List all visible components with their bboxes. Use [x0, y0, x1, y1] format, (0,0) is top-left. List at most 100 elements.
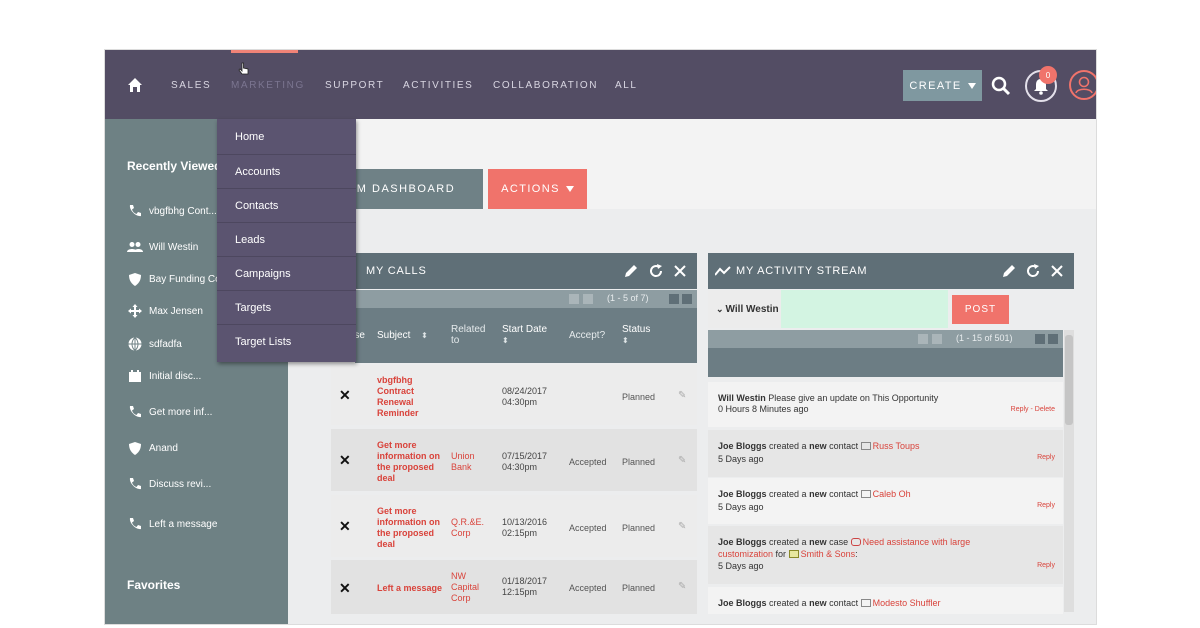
activity-post-input[interactable]	[781, 290, 948, 328]
sidebar-item-4[interactable]: sdfadfa	[127, 337, 182, 351]
sidebar-item-label: Discuss revi...	[149, 478, 212, 490]
nav-activities[interactable]: ACTIVITIES	[403, 80, 473, 91]
trend-icon	[715, 266, 731, 276]
activity-scroll-thumb[interactable]	[1065, 335, 1073, 425]
menu-item-contacts[interactable]: Contacts	[217, 189, 356, 223]
table-row[interactable]: ✕ vbgfbhg Contract Renewal Reminder 08/2…	[331, 365, 697, 425]
activity-entry-link[interactable]: Russ Toups	[873, 441, 920, 451]
sidebar-item-6[interactable]: Get more inf...	[127, 405, 212, 419]
reply-link[interactable]: Reply	[1037, 502, 1055, 509]
nav-collaboration[interactable]: COLLABORATION	[493, 80, 598, 91]
call-status: Planned	[622, 583, 656, 593]
close-icon[interactable]	[673, 264, 687, 278]
sidebar-item-1[interactable]: Will Westin	[127, 240, 198, 254]
edit-pencil-icon[interactable]: ✎	[678, 390, 686, 401]
prev-page-icon[interactable]	[583, 294, 593, 304]
col-related[interactable]: Related to	[451, 324, 493, 346]
menu-item-home[interactable]: Home	[217, 119, 356, 155]
call-subject[interactable]: Get more information on the proposed dea…	[377, 506, 443, 550]
call-related[interactable]: Union Bank	[451, 451, 491, 473]
col-accept[interactable]: Accept?	[569, 330, 605, 341]
activity-entry: Will Westin Please give an update on Thi…	[708, 382, 1063, 427]
call-date: 07/15/2017 04:30pm	[502, 451, 547, 473]
table-row[interactable]: ✕ Get more information on the proposed d…	[331, 429, 697, 491]
nav-sales[interactable]: SALES	[171, 80, 211, 91]
pencil-icon[interactable]	[1002, 264, 1016, 278]
activity-entry-user[interactable]: Joe Bloggs	[718, 489, 767, 499]
nav-all[interactable]: ALL	[615, 80, 638, 91]
sidebar-item-5[interactable]: Initial disc...	[127, 369, 201, 383]
reply-link[interactable]: Reply	[1037, 454, 1055, 461]
sidebar-item-9[interactable]: Left a message	[127, 517, 217, 531]
activity-entry: Joe Bloggs created a new case Need assis…	[708, 526, 1063, 584]
nav-support[interactable]: SUPPORT	[325, 80, 384, 91]
call-related[interactable]: Q.R.&E. Corp	[451, 517, 491, 539]
refresh-icon[interactable]	[1026, 264, 1040, 278]
reply-link[interactable]: Reply	[1037, 562, 1055, 569]
table-row[interactable]: ✕ Left a message NW Capital Corp 01/18/2…	[331, 560, 697, 614]
reply-delete-link[interactable]: Reply - Delete	[1011, 406, 1055, 413]
menu-item-accounts[interactable]: Accounts	[217, 155, 356, 189]
prev-page-icon[interactable]	[932, 334, 942, 344]
activity-entry-user[interactable]: Joe Bloggs	[718, 598, 767, 608]
last-page-icon[interactable]	[1048, 334, 1058, 344]
call-subject[interactable]: Left a message	[377, 583, 447, 594]
next-page-icon[interactable]	[669, 294, 679, 304]
sidebar-item-8[interactable]: Discuss revi...	[127, 477, 211, 491]
sidebar-item-3[interactable]: Max Jensen	[127, 304, 203, 318]
phone-icon	[127, 405, 143, 419]
call-accept: Accepted	[569, 583, 607, 593]
post-button[interactable]: POST	[952, 295, 1009, 324]
first-page-icon[interactable]	[569, 294, 579, 304]
tab-dashboard[interactable]: SUITECRM DASHBOARD	[298, 169, 483, 209]
menu-item-campaigns[interactable]: Campaigns	[217, 257, 356, 291]
menu-item-leads[interactable]: Leads	[217, 223, 356, 257]
search-icon[interactable]	[991, 76, 1011, 96]
first-page-icon[interactable]	[918, 334, 928, 344]
call-subject[interactable]: vbgfbhg Contract Renewal Reminder	[377, 375, 443, 419]
close-call-icon[interactable]: ✕	[339, 452, 351, 469]
app-window: SALES MARKETING SUPPORT ACTIVITIES COLLA…	[104, 49, 1097, 625]
next-page-icon[interactable]	[1035, 334, 1045, 344]
home-icon[interactable]	[127, 77, 143, 93]
activity-entry-link[interactable]: Caleb Oh	[873, 489, 911, 499]
activity-entry-user[interactable]: Will Westin	[718, 393, 766, 403]
col-start-date[interactable]: Start Date ⬍	[502, 324, 552, 346]
call-date-time: 12:15pm	[502, 587, 538, 597]
table-row[interactable]: ✕ Get more information on the proposed d…	[331, 495, 697, 557]
activity-entry-account-link[interactable]: Smith & Sons	[801, 549, 856, 559]
close-call-icon[interactable]: ✕	[339, 580, 351, 597]
menu-item-target-lists[interactable]: Target Lists	[217, 325, 356, 359]
sidebar-item-0[interactable]: vbgfbhg Cont...	[127, 204, 217, 218]
activity-entry-user[interactable]: Joe Bloggs	[718, 537, 767, 547]
activity-entry-user[interactable]: Joe Bloggs	[718, 441, 767, 451]
activity-entry-message: Please give an update on This Opportunit…	[768, 393, 939, 403]
col-status[interactable]: Status ⬍	[622, 324, 650, 346]
edit-pencil-icon[interactable]: ✎	[678, 581, 686, 592]
sidebar-item-2[interactable]: Bay Funding Co	[127, 272, 221, 286]
actions-button[interactable]: ACTIONS	[488, 169, 587, 209]
edit-pencil-icon[interactable]: ✎	[678, 521, 686, 532]
close-call-icon[interactable]: ✕	[339, 518, 351, 535]
col-subject[interactable]: Subject ⬍	[377, 330, 428, 341]
call-related[interactable]: NW Capital Corp	[451, 571, 485, 604]
menu-item-targets[interactable]: Targets	[217, 291, 356, 325]
nav-marketing[interactable]: MARKETING	[231, 80, 305, 91]
col-close: Close	[355, 330, 365, 341]
close-call-icon[interactable]: ✕	[339, 387, 351, 404]
activity-entry-text: Joe Bloggs created a new case Need assis…	[718, 537, 971, 559]
activity-entry-link[interactable]: Modesto Shuffler	[873, 598, 941, 608]
user-avatar-button[interactable]	[1069, 70, 1096, 100]
chevron-down-icon: ⌄	[716, 303, 724, 314]
call-date-time: 04:30pm	[502, 397, 538, 407]
activity-entry-time: 0 Hours 8 Minutes ago	[718, 404, 809, 414]
close-icon[interactable]	[1050, 264, 1064, 278]
sidebar-item-7[interactable]: Anand	[127, 441, 178, 455]
create-button[interactable]: CREATE	[903, 70, 982, 101]
refresh-icon[interactable]	[649, 264, 663, 278]
pencil-icon[interactable]	[624, 264, 638, 278]
last-page-icon[interactable]	[682, 294, 692, 304]
activity-entry-kind: contact	[829, 441, 859, 451]
call-subject[interactable]: Get more information on the proposed dea…	[377, 440, 443, 484]
edit-pencil-icon[interactable]: ✎	[678, 455, 686, 466]
